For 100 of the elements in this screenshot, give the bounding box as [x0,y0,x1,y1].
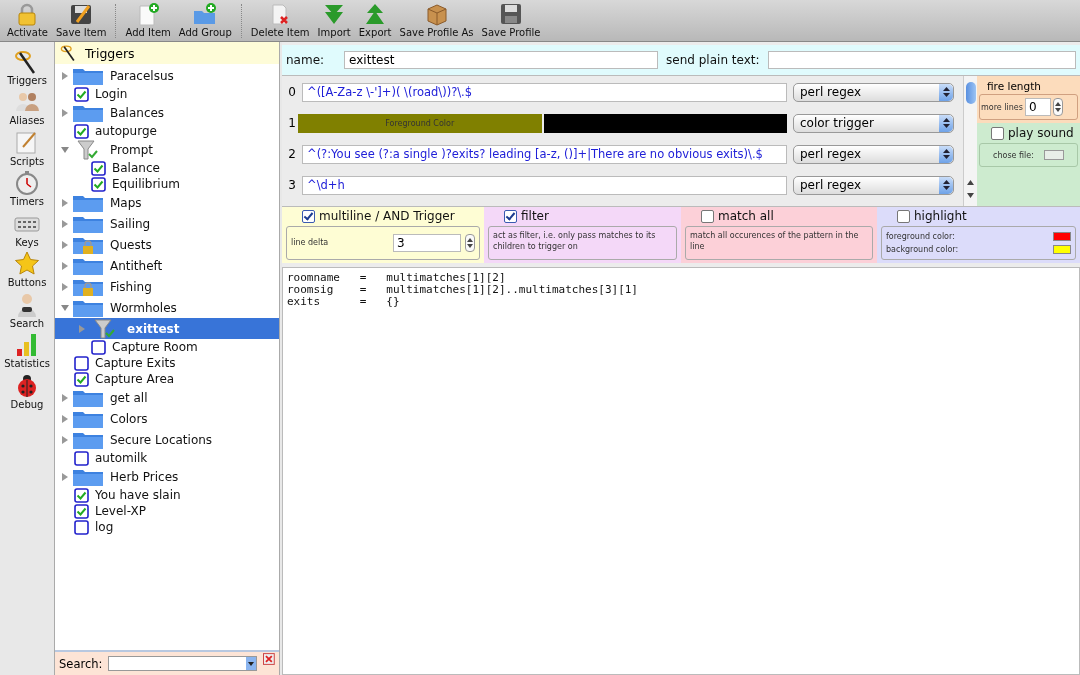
pattern-type-dropdown[interactable]: color trigger [793,113,954,133]
script-editor[interactable]: roomname = multimatches[1][2] roomsig = multimatches[1][2]..multimatches[3][1] exits = {} [282,267,1080,675]
tree-item[interactable]: log [55,519,279,535]
lock-toolbar-button[interactable]: Activate [4,2,51,38]
stepper-icon[interactable] [939,145,953,163]
tree-item[interactable]: Balance [55,160,279,176]
checkbox[interactable] [91,176,106,192]
delete-toolbar-button[interactable]: Delete Item [247,2,313,38]
checkbox[interactable] [74,487,89,503]
checkbox[interactable] [74,503,89,519]
keyboard-section-button[interactable]: Keys [14,207,40,248]
clear-icon[interactable] [263,652,275,665]
add-document-icon [136,2,161,26]
disclosure-icon[interactable] [60,108,69,117]
name-field[interactable]: exittest [344,51,659,69]
star-section-button[interactable]: Buttons [7,247,47,288]
disclosure-icon[interactable] [60,145,69,154]
file-button[interactable] [1043,150,1064,160]
wand-section-button[interactable]: Triggers [7,45,47,86]
more-lines-field[interactable]: 0 [1024,98,1051,116]
scroll-thumb[interactable] [965,82,976,104]
stepper-icon[interactable] [939,176,953,194]
tree-item[interactable]: Level-XP [55,503,279,519]
export-toolbar-button[interactable]: Export [355,2,395,38]
color-swatch[interactable] [1053,244,1071,254]
highlight-checkbox[interactable]: highlight [881,209,1076,223]
stepper-icon[interactable] [939,114,953,132]
line-delta-field[interactable]: 3 [393,234,461,252]
pattern-type-dropdown[interactable]: perl regex [793,144,954,164]
checkbox[interactable] [74,123,89,139]
pattern-type-dropdown[interactable]: perl regex [793,175,954,195]
disclosure-icon[interactable] [60,240,69,249]
disclosure-icon[interactable] [60,71,69,80]
disclosure-icon[interactable] [60,261,69,270]
disk-toolbar-button[interactable]: Save Profile [478,2,544,38]
match-all-checkbox[interactable]: match all [685,209,873,223]
tree-item[interactable]: Secure Locations [55,429,279,450]
color-swatch[interactable] [1053,232,1071,242]
add-item-toolbar-button[interactable]: Add Item [122,2,174,38]
disclosure-icon[interactable] [60,219,69,228]
tree-item[interactable]: get all [55,387,279,408]
stopwatch-section-button[interactable]: Timers [10,166,44,207]
tree-item[interactable]: Herb Prices [55,466,279,487]
checkbox[interactable] [74,355,89,371]
multiline-checkbox[interactable]: multiline / AND Trigger [286,209,480,223]
tree-item[interactable]: Wormholes [55,297,279,318]
notepad-section-button[interactable]: Scripts [9,126,45,167]
dropdown-icon[interactable] [246,657,257,670]
add-group-toolbar-button[interactable]: Add Group [175,2,235,38]
tree-item[interactable]: You have slain [55,487,279,503]
tree-item[interactable]: Capture Exits [55,355,279,371]
disclosure-icon[interactable] [60,303,69,312]
tree-item[interactable]: Equilibrium [55,176,279,192]
stepper-icon[interactable] [465,234,475,252]
people-section-button[interactable]: Aliases [9,85,45,126]
tree-item[interactable]: Capture Room [55,339,279,355]
tree-item[interactable]: Login [55,86,279,102]
disclosure-icon[interactable] [60,435,69,444]
search-field[interactable] [108,656,258,671]
tree-item[interactable]: automilk [55,450,279,466]
checkbox[interactable] [74,519,89,535]
tree-item[interactable]: Capture Area [55,371,279,387]
disclosure-icon[interactable] [60,414,69,423]
ladybug-section-button[interactable]: Debug [10,369,44,410]
disclosure-icon[interactable] [60,393,69,402]
pattern-field[interactable]: ^([A-Za-z \-']+)( \(road\))?\.$ [302,82,787,102]
checkbox[interactable] [91,160,106,176]
pattern-type-dropdown[interactable]: perl regex [793,82,954,102]
save-toolbar-button[interactable]: Save Item [53,2,110,38]
tree-item[interactable]: Colors [55,408,279,429]
pattern-field[interactable]: ^(?:You see (?:a single )?exits? leading [a-z, ()]+|There are no obvious exits)\.$ [302,144,787,164]
tree-item[interactable]: Paracelsus [55,65,279,86]
filter-checkbox[interactable]: filter [488,209,677,223]
checkbox[interactable] [74,86,89,102]
stepper-icon[interactable] [1052,98,1063,116]
play-sound-checkbox[interactable]: play sound [979,126,1078,140]
tree-item[interactable]: Quests [55,234,279,255]
disclosure-icon[interactable] [60,472,69,481]
disclosure-icon[interactable] [60,282,69,291]
tree-item[interactable]: Sailing [55,213,279,234]
checkbox[interactable] [91,339,106,355]
tree-item[interactable]: Balances [55,102,279,123]
fire-length-title: fire length [986,80,1042,92]
send-text-field[interactable] [767,51,1076,69]
checkbox[interactable] [74,450,89,466]
tree-item[interactable]: Fishing [55,276,279,297]
star-icon [14,251,40,277]
person-section-button[interactable]: Search [9,288,45,329]
bars-section-button[interactable]: Statistics [4,328,50,369]
tree-item[interactable]: Antitheft [55,255,279,276]
stepper-icon[interactable] [939,83,953,101]
box-toolbar-button[interactable]: Save Profile As [396,2,477,38]
disclosure-icon[interactable] [60,198,69,207]
tree-item[interactable]: exittest [55,318,279,339]
tree-item[interactable]: Prompt [55,139,279,160]
tree-item[interactable]: Maps [55,192,279,213]
import-toolbar-button[interactable]: Import [314,2,354,38]
tree-item[interactable]: autopurge [55,123,279,139]
pattern-field[interactable]: ^\d+h [302,175,787,195]
checkbox[interactable] [74,371,89,387]
